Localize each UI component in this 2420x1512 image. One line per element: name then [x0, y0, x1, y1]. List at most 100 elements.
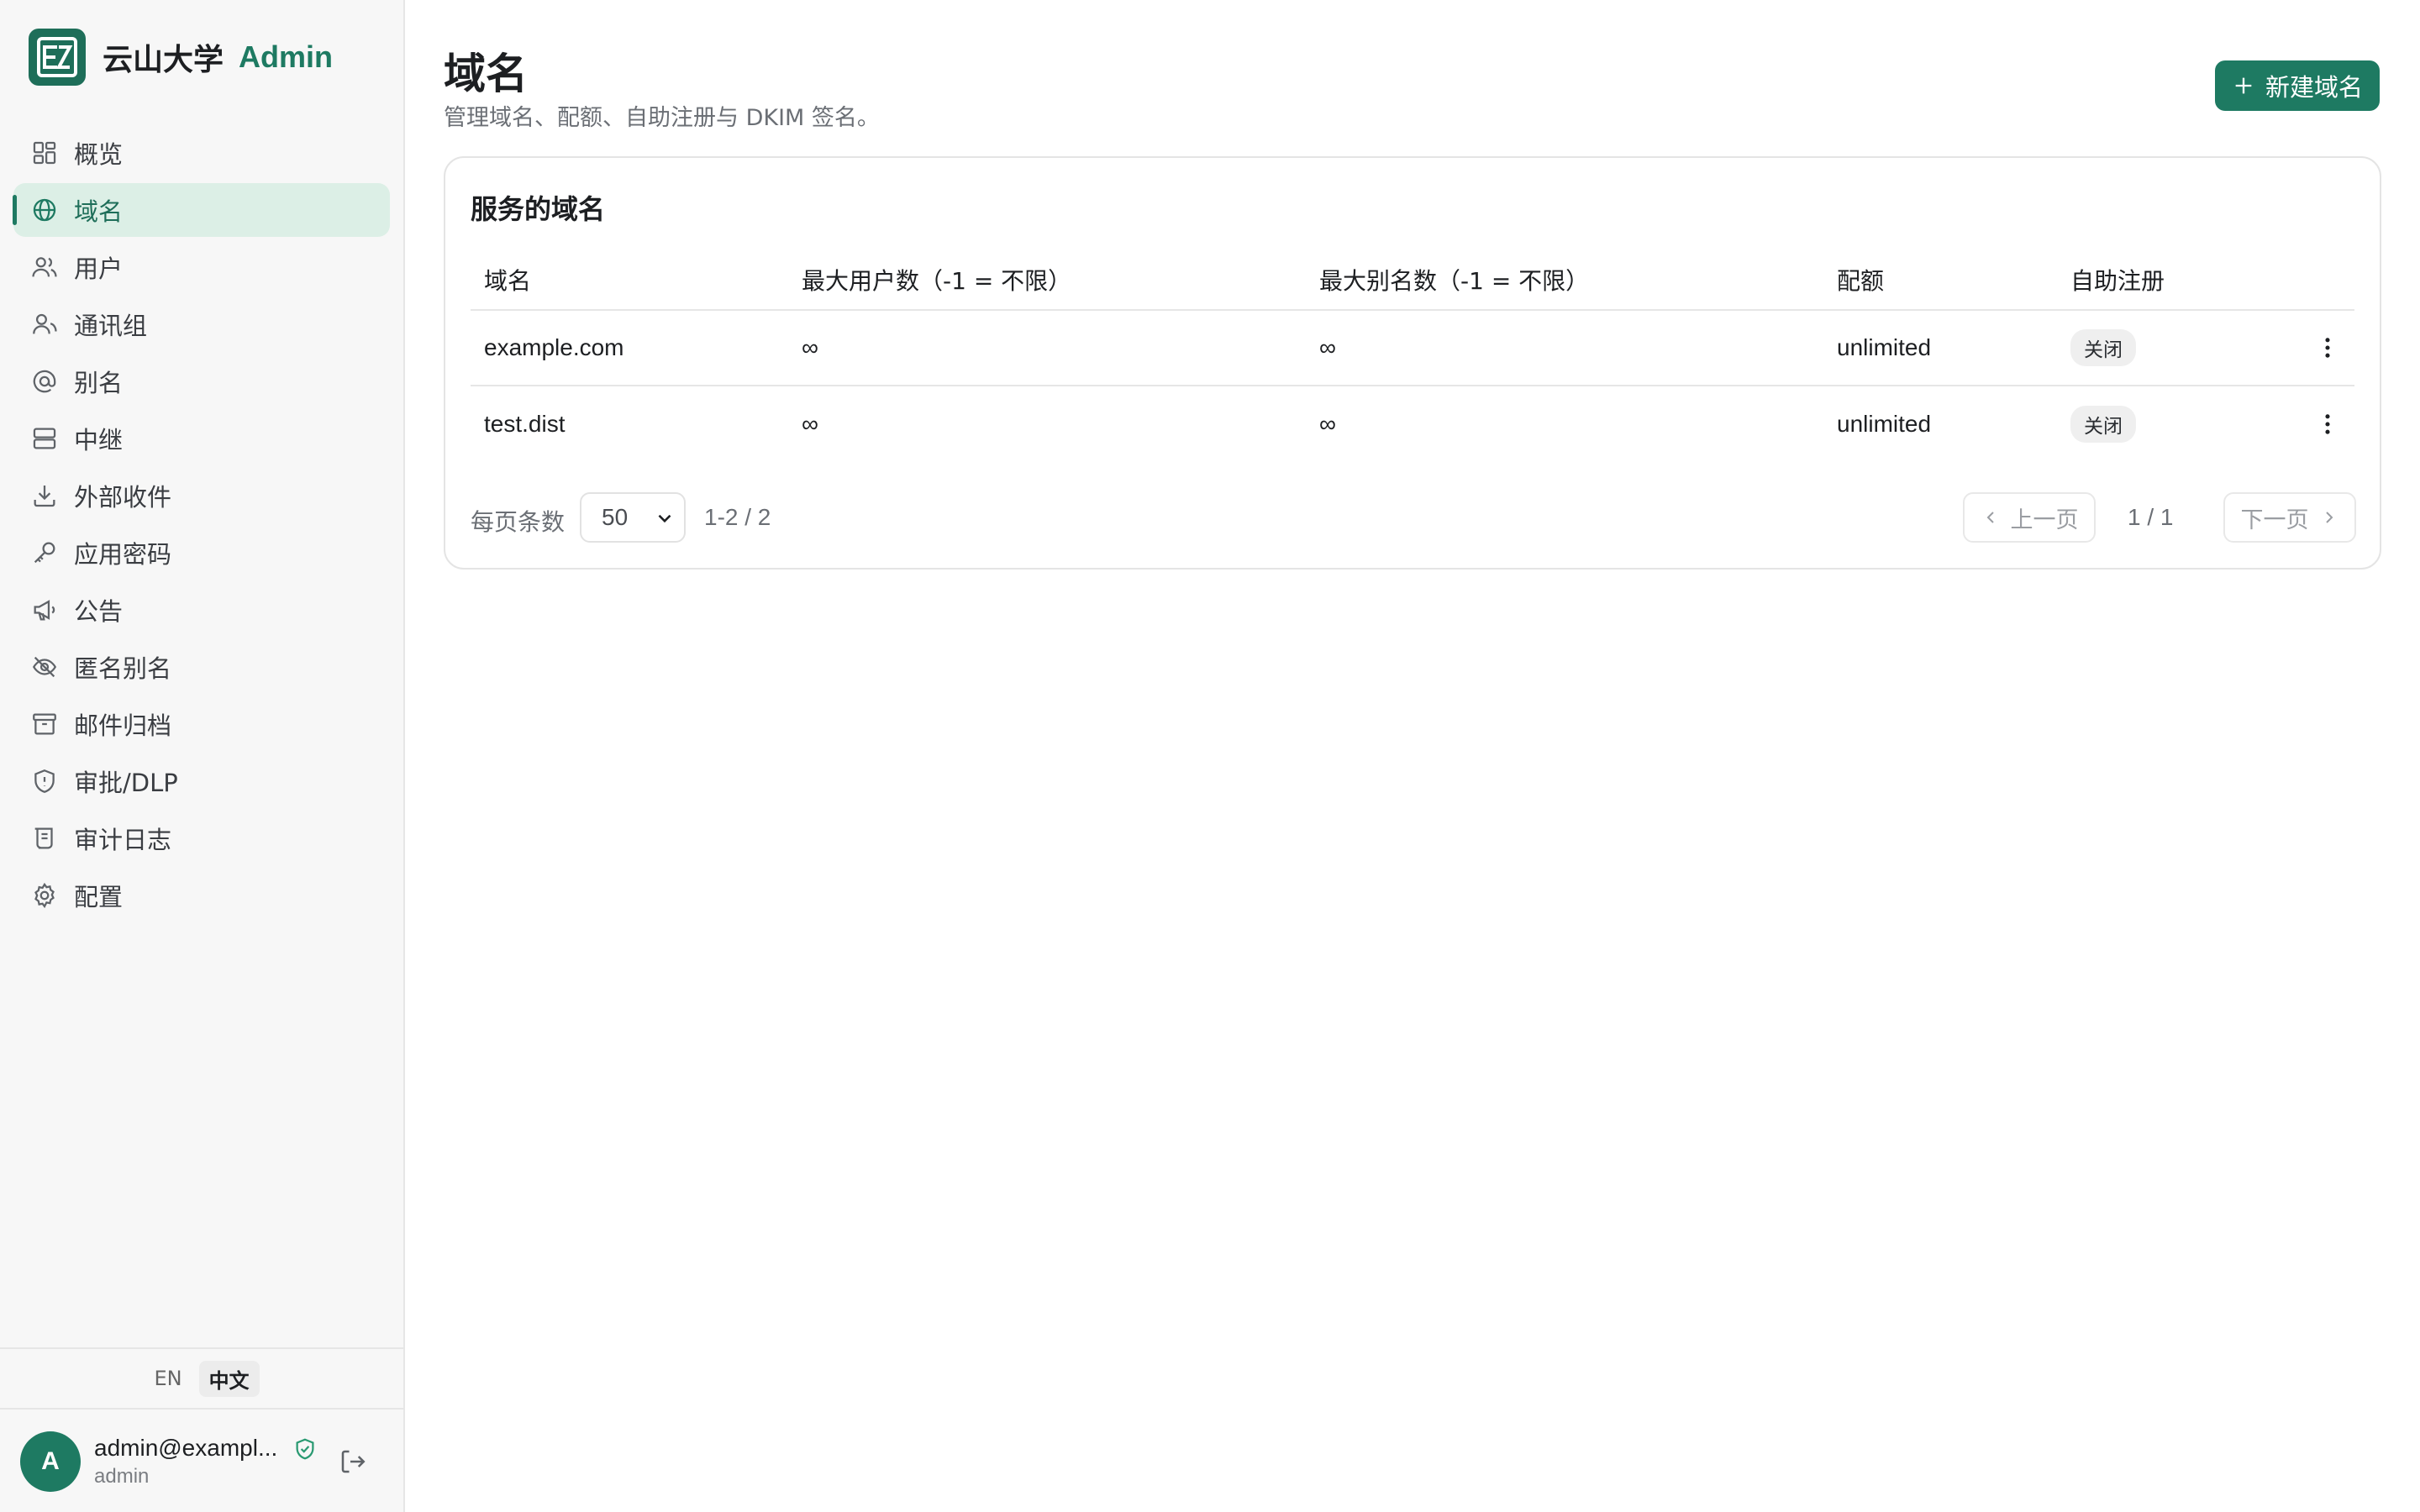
sidebar-item-announcements[interactable]: 公告: [13, 583, 390, 637]
language-option-zh[interactable]: 中文: [198, 1360, 260, 1397]
language-switcher: EN 中文: [0, 1347, 403, 1410]
shield-icon: [34, 769, 55, 793]
globe-icon: [33, 198, 56, 222]
cell-max-aliases: ∞: [1319, 334, 1336, 360]
next-page-label: 下一页: [2240, 507, 2309, 533]
page-indicator: 1 / 1: [2128, 504, 2174, 530]
sidebar-item-settings[interactable]: 配置: [13, 869, 390, 922]
sidebar-item-app-passwords[interactable]: 应用密码: [13, 526, 390, 580]
sidebar-item-mail-archive[interactable]: 邮件归档: [13, 697, 390, 751]
sidebar-item-audit-log[interactable]: 审计日志: [13, 811, 390, 865]
cell-domain[interactable]: example.com: [471, 334, 788, 361]
user-email: admin@exampl...: [94, 1435, 278, 1461]
sidebar-nav: 概览 域名 用户 通讯组 别名 中继 外部收件 应用密码 公告 匿名别名 邮件归…: [13, 126, 390, 926]
language-option-en[interactable]: EN: [144, 1363, 192, 1394]
user-info: admin@exampl... admin: [94, 1435, 284, 1488]
ez-logo-icon: [37, 37, 77, 77]
sidebar-item-label: 中继: [74, 426, 124, 454]
avatar[interactable]: A: [20, 1431, 81, 1492]
pagination: 每页条数 50 1-2 / 2 上一页 1 / 1 下一页: [471, 492, 2356, 543]
user-role: admin: [94, 1465, 150, 1488]
table-header: 域名 最大用户数（-1 = 不限） 最大别名数（-1 = 不限） 配额 自助注册: [471, 250, 2354, 311]
download-icon: [34, 485, 55, 507]
brand-suffix: Admin: [239, 39, 334, 74]
sidebar-item-label: 邮件归档: [74, 711, 172, 740]
page-range: 1-2 / 2: [704, 504, 771, 530]
logo: [29, 29, 86, 86]
per-page-select[interactable]: 50: [580, 492, 686, 543]
new-domain-button[interactable]: 新建域名: [2215, 60, 2380, 111]
table-row[interactable]: test.dist ∞ ∞ unlimited 关闭: [471, 386, 2354, 462]
sidebar-item-label: 别名: [74, 369, 124, 397]
cell-max-aliases: ∞: [1319, 411, 1336, 437]
column-header-self-signup[interactable]: 自助注册: [2057, 263, 2301, 297]
plus-icon: [2235, 77, 2252, 94]
sidebar-item-label: 审计日志: [74, 826, 172, 854]
archive-icon: [33, 713, 56, 735]
brand[interactable]: 云山大学 Admin: [29, 29, 333, 86]
next-page-button[interactable]: 下一页: [2223, 492, 2356, 543]
sidebar-item-label: 概览: [74, 140, 124, 169]
scroll-icon: [34, 827, 53, 849]
cell-actions: [2301, 410, 2354, 438]
sidebar-item-label: 公告: [74, 597, 124, 626]
page-subtitle: 管理域名、配额、自助注册与 DKIM 签名。: [444, 105, 880, 131]
chevron-down-icon: [658, 514, 671, 523]
table-row[interactable]: example.com ∞ ∞ unlimited 关闭: [471, 311, 2354, 386]
chevron-left-icon: [1986, 512, 1994, 523]
domains-card: 服务的域名 域名 最大用户数（-1 = 不限） 最大别名数（-1 = 不限） 配…: [444, 156, 2381, 570]
sidebar-item-groups[interactable]: 通讯组: [13, 297, 390, 351]
column-header-quota[interactable]: 配额: [1823, 263, 2057, 297]
page-title: 域名: [444, 50, 528, 98]
dashboard-icon: [33, 141, 56, 165]
sidebar-item-external-fetch[interactable]: 外部收件: [13, 469, 390, 522]
cell-max-users: ∞: [802, 411, 818, 437]
per-page-label: 每页条数: [471, 508, 566, 536]
sidebar-item-domains[interactable]: 域名: [13, 183, 390, 237]
shield-check-icon: [296, 1438, 314, 1460]
sidebar-item-label: 域名: [74, 197, 124, 226]
server-icon: [33, 428, 56, 449]
sidebar-item-overview[interactable]: 概览: [13, 126, 390, 180]
cell-self-signup: 关闭: [2057, 329, 2301, 366]
per-page-value: 50: [602, 504, 629, 530]
card-title: 服务的域名: [471, 193, 606, 225]
chevron-right-icon: [2325, 512, 2333, 523]
more-vertical-icon[interactable]: [2313, 333, 2342, 362]
sidebar-item-label: 通讯组: [74, 312, 148, 340]
gear-icon: [34, 882, 55, 909]
megaphone-icon: [34, 600, 55, 621]
brand-name: 云山大学: [103, 43, 224, 77]
sidebar-item-label: 用户: [74, 255, 124, 283]
at-icon: [33, 370, 56, 393]
cell-quota: unlimited: [1837, 334, 1932, 360]
column-header-domain[interactable]: 域名: [471, 263, 788, 297]
sidebar-item-users[interactable]: 用户: [13, 240, 390, 294]
logout-icon[interactable]: [338, 1446, 368, 1477]
sidebar-item-label: 配置: [74, 883, 124, 911]
column-header-max-users[interactable]: 最大用户数（-1 = 不限）: [788, 263, 1306, 297]
cell-quota: unlimited: [1837, 411, 1932, 437]
sidebar: 云山大学 Admin 概览 域名 用户 通讯组 别名 中继 外部收件 应用密码 …: [0, 0, 405, 1512]
sidebar-item-label: 外部收件: [74, 483, 172, 512]
cell-self-signup: 关闭: [2057, 406, 2301, 443]
sidebar-item-relay[interactable]: 中继: [13, 412, 390, 465]
status-badge: 关闭: [2070, 329, 2136, 366]
sidebar-item-aliases[interactable]: 别名: [13, 354, 390, 408]
sidebar-item-label: 应用密码: [74, 540, 172, 569]
previous-page-button[interactable]: 上一页: [1963, 492, 2096, 543]
previous-page-label: 上一页: [2010, 507, 2079, 533]
cell-max-users: ∞: [802, 334, 818, 360]
users-icon: [32, 257, 57, 277]
eye-off-icon: [32, 656, 57, 678]
status-badge: 关闭: [2070, 406, 2136, 443]
column-header-max-aliases[interactable]: 最大别名数（-1 = 不限）: [1306, 263, 1823, 297]
more-vertical-icon[interactable]: [2313, 410, 2342, 438]
sidebar-item-label: 匿名别名: [74, 654, 172, 683]
domains-table: 域名 最大用户数（-1 = 不限） 最大别名数（-1 = 不限） 配额 自助注册…: [471, 250, 2354, 462]
cell-domain[interactable]: test.dist: [471, 411, 788, 438]
group-icon: [33, 313, 57, 334]
sidebar-item-anonymous-aliases[interactable]: 匿名别名: [13, 640, 390, 694]
sidebar-item-approval-dlp[interactable]: 审批/DLP: [13, 754, 390, 808]
key-icon: [34, 542, 55, 564]
